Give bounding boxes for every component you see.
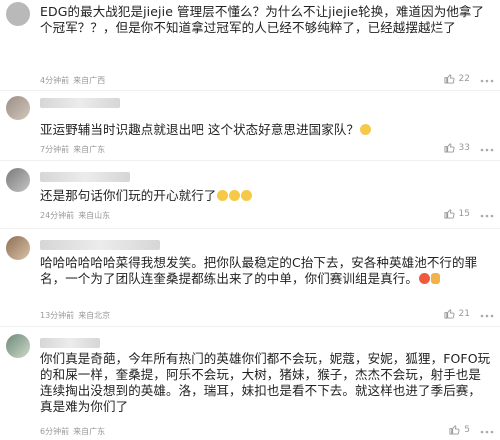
thumbs-up-icon xyxy=(449,425,460,435)
avatar[interactable] xyxy=(6,96,30,120)
emoji-icon xyxy=(360,124,372,135)
emoji-icon xyxy=(419,273,431,284)
comment-location: 来自广东 xyxy=(73,427,106,436)
thumbs-up-icon xyxy=(444,309,455,319)
like-count: 33 xyxy=(458,142,470,153)
like-count: 22 xyxy=(458,73,470,84)
like-button[interactable]: 5 xyxy=(449,424,470,435)
like-button[interactable]: 21 xyxy=(444,308,470,319)
like-button[interactable]: 33 xyxy=(444,142,470,153)
more-dots-icon[interactable] xyxy=(480,427,494,437)
avatar[interactable] xyxy=(6,334,30,358)
divider xyxy=(0,160,500,161)
comment-meta: 7分钟前 来自广东 xyxy=(40,144,105,155)
comment-text: 哈哈哈哈哈哈菜得我想发笑。把你队最稳定的C抬下去，安各种英雄池不行的罪名，一个为… xyxy=(40,255,478,286)
comment-meta: 6分钟前 来自广东 xyxy=(40,426,105,437)
comment-meta: 13分钟前 来自北京 xyxy=(40,310,110,321)
comment-time: 13分钟前 xyxy=(40,311,75,320)
emoji-icon xyxy=(217,190,229,201)
more-dots-icon[interactable] xyxy=(480,311,494,321)
more-dots-icon[interactable] xyxy=(480,145,494,155)
more-dots-icon[interactable] xyxy=(480,211,494,221)
emoji-icon xyxy=(229,190,241,201)
comment-time: 6分钟前 xyxy=(40,427,70,436)
avatar[interactable] xyxy=(6,236,30,260)
like-button[interactable]: 15 xyxy=(444,208,470,219)
comment-location: 来自广东 xyxy=(73,145,106,154)
thumbs-up-icon xyxy=(444,74,455,84)
like-count: 5 xyxy=(464,424,470,435)
thumbs-up-icon xyxy=(444,209,455,219)
comment-text: 亚运野辅当时识趣点就退出吧 这个状态好意思进国家队？ xyxy=(40,122,492,138)
like-button[interactable]: 22 xyxy=(444,73,470,84)
emoji-icon xyxy=(241,190,253,201)
like-count: 15 xyxy=(458,208,470,219)
username-redacted[interactable] xyxy=(40,240,160,250)
username-redacted[interactable] xyxy=(40,338,100,348)
comment-text: 还是那句话你们玩的开心就行了 xyxy=(40,188,492,204)
comment-text: EDG的最大战犯是jiejie 管理层不懂么？为什么不让jiejie轮换，难道因… xyxy=(40,4,485,35)
more-dots-icon[interactable] xyxy=(480,76,494,86)
comment-meta: 24分钟前 来自山东 xyxy=(40,210,110,221)
comment-meta: 4分钟前 来自广西 xyxy=(40,75,105,86)
thumbs-emoji-icon xyxy=(431,273,441,284)
avatar[interactable] xyxy=(6,168,30,192)
comment-location: 来自山东 xyxy=(78,211,111,220)
divider xyxy=(0,90,500,91)
divider xyxy=(0,326,500,327)
thumbs-up-icon xyxy=(444,143,455,153)
username-redacted[interactable] xyxy=(40,172,130,182)
like-count: 21 xyxy=(458,308,470,319)
comment-text: 你们真是奇葩，今年所有热门的英雄你们都不会玩，妮蔻，安妮，狐狸，FOFO玩的和屎… xyxy=(40,351,491,414)
avatar[interactable] xyxy=(6,2,30,26)
comment-time: 24分钟前 xyxy=(40,211,75,220)
divider xyxy=(0,228,500,229)
comment-location: 来自北京 xyxy=(78,311,111,320)
comment-time: 4分钟前 xyxy=(40,76,70,85)
comment-location: 来自广西 xyxy=(73,76,106,85)
username-redacted[interactable] xyxy=(40,98,120,108)
comment-time: 7分钟前 xyxy=(40,145,70,154)
